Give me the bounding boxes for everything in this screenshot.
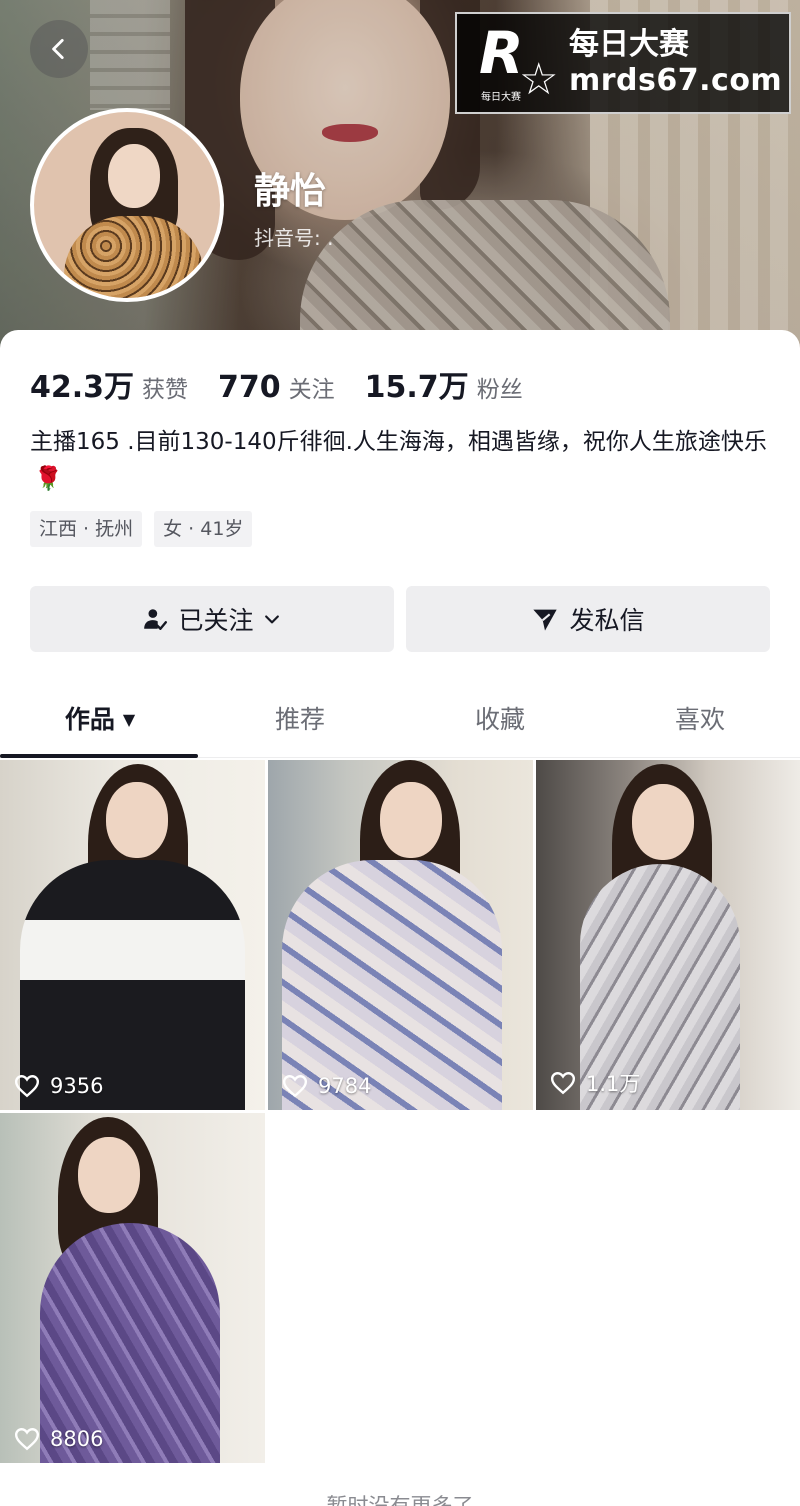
profile-tags: 江西 · 抚州 女 · 41岁 [30, 511, 264, 547]
chevron-down-icon [264, 615, 279, 624]
bio-text: 主播165 .目前130-140斤徘徊.人生海海，相遇皆缘，祝你人生旅途快乐 [30, 429, 767, 455]
avatar[interactable] [30, 108, 224, 302]
stat-following-label: 关注 [288, 377, 335, 403]
watermark-logo-small-text: 每日大赛 [481, 92, 521, 103]
followed-button[interactable]: 已关注 [30, 586, 394, 652]
user-check-icon [144, 609, 168, 630]
heart-icon [550, 1072, 576, 1095]
video-thumbnail[interactable]: 8806 [0, 1113, 265, 1463]
watermark-title: 每日大赛 [569, 27, 689, 62]
stat-following[interactable]: 770 关注 [218, 370, 335, 405]
watermark-emblem: R ☆ 每日大赛 [471, 18, 561, 108]
heart-icon [282, 1075, 308, 1098]
stat-likes[interactable]: 42.3万 获赞 [30, 362, 188, 406]
douyin-id: 抖音号: . [254, 226, 334, 250]
like-count: 9784 [282, 1074, 371, 1098]
profile-name: 静怡 [254, 171, 327, 212]
stat-likes-label: 获赞 [142, 377, 189, 403]
star-icon: ☆ [519, 54, 559, 105]
stat-followers-value: 15.7万 [364, 370, 469, 405]
watermark-logo: R ☆ 每日大赛 每日大赛 mrds67.com [455, 12, 791, 114]
video-thumbnail[interactable]: 1.1万 [536, 760, 800, 1110]
video-thumbnail[interactable]: 9784 [268, 760, 533, 1110]
tab-works-label: 作品 [64, 705, 115, 734]
stat-likes-value: 42.3万 [30, 370, 135, 405]
gender-age-tag: 女 · 41岁 [154, 511, 253, 547]
tab-recommend[interactable]: 推荐 [200, 690, 400, 757]
profile-stats: 42.3万 获赞 770 关注 15.7万 粉丝 [30, 362, 553, 406]
send-message-button[interactable]: 发私信 [406, 586, 770, 652]
profile-bio: 主播165 .目前130-140斤徘徊.人生海海，相遇皆缘，祝你人生旅途快乐 🌹 [30, 424, 770, 498]
like-count: 1.1万 [550, 1068, 640, 1098]
chevron-left-icon [52, 38, 64, 60]
stat-followers-label: 粉丝 [476, 377, 523, 403]
stat-followers[interactable]: 15.7万 粉丝 [365, 362, 523, 406]
content-tabs: 作品 ▼ 推荐 收藏 喜欢 [0, 690, 800, 758]
no-more-content-text: 暂时没有更多了 [326, 1494, 474, 1506]
followed-button-label: 已关注 [178, 606, 254, 635]
heart-icon [14, 1075, 40, 1098]
like-count-value: 9356 [50, 1074, 104, 1098]
tab-works[interactable]: 作品 ▼ [0, 690, 200, 757]
caret-down-icon: ▼ [122, 710, 136, 729]
watermark-logo-letter: R [479, 19, 524, 87]
active-tab-indicator [0, 754, 198, 758]
send-icon [533, 609, 558, 631]
tab-liked[interactable]: 喜欢 [600, 690, 800, 757]
tab-recommend-label: 推荐 [274, 705, 325, 734]
like-count-value: 1.1万 [586, 1072, 641, 1096]
tab-favorites-label: 收藏 [474, 705, 525, 734]
like-count-value: 8806 [50, 1427, 104, 1451]
location-tag: 江西 · 抚州 [30, 511, 143, 547]
like-count: 9356 [14, 1074, 103, 1098]
like-count: 8806 [14, 1427, 103, 1451]
rose-icon: 🌹 [34, 466, 63, 492]
heart-icon [14, 1428, 40, 1451]
like-count-value: 9784 [318, 1074, 372, 1098]
tab-liked-label: 喜欢 [674, 705, 725, 734]
video-thumbnail[interactable]: 9356 [0, 760, 265, 1110]
send-message-label: 发私信 [569, 606, 645, 635]
back-button[interactable] [30, 20, 88, 78]
stat-following-value: 770 [218, 370, 281, 405]
watermark-url: mrds67.com [569, 63, 783, 98]
tab-favorites[interactable]: 收藏 [400, 690, 600, 757]
